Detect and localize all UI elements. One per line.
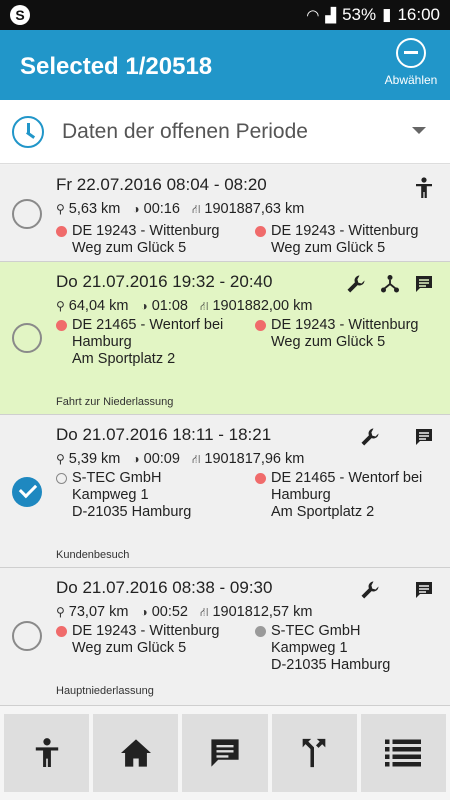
deselect-button[interactable]: Abwählen: [380, 38, 442, 87]
battery-level: 53%: [342, 5, 377, 24]
trip-odometer: 1901882,00 km: [212, 298, 313, 314]
trip-item[interactable]: Do 21.07.2016 08:38 - 09:30 ⚲ 73,07 km ◑ 0…: [0, 568, 450, 706]
duration-icon: ◑: [132, 452, 140, 466]
trip-duration: 00:16: [143, 201, 180, 217]
end-marker-icon: [255, 320, 266, 331]
trip-stats: ⚲ 64,04 km ◑ 01:08 ⛙ 1901882,00 km: [56, 298, 312, 315]
trip-odometer: 1901817,96 km: [204, 451, 305, 467]
trip-stats: ⚲ 5,63 km ◑ 00:16 ⛙ 1901887,63 km: [56, 201, 304, 218]
trip-end-address: DE 21465 - Wentorf bei Hamburg Am Sportp…: [255, 470, 422, 521]
road-icon: ⛙: [200, 605, 209, 619]
road-icon: ⛙: [191, 202, 201, 216]
trip-start-address: DE 21465 - Wentorf bei Hamburg Am Sportp…: [56, 317, 223, 368]
trip-distance: 5,63 km: [68, 201, 121, 217]
trip-item[interactable]: Do 21.07.2016 19:32 - 20:40 ⚲ 64,04 km ◑ 0…: [0, 262, 450, 415]
dropdown-arrow-icon[interactable]: [412, 127, 426, 134]
trip-start-address: DE 19243 - Wittenburg Weg zum Glück 5: [56, 223, 220, 257]
wrench-icon[interactable]: [360, 580, 380, 600]
trip-start-address: DE 19243 - Wittenburg Weg zum Glück 5: [56, 623, 220, 657]
trip-distance: 64,04 km: [68, 298, 129, 314]
person-icon: [416, 177, 432, 198]
skype-icon: S: [10, 5, 30, 25]
trip-stats: ⚲ 5,39 km ◑ 00:09 ⛙ 1901817,96 km: [56, 451, 304, 468]
home-button[interactable]: [93, 714, 179, 792]
trip-end-address: DE 19243 - Wittenburg Weg zum Glück 5: [255, 317, 419, 351]
period-label: Daten der offenen Periode: [62, 119, 308, 143]
bottom-toolbar: [0, 706, 450, 800]
selection-title: Selected 1/20518: [20, 53, 213, 80]
duration-icon: ◑: [140, 299, 148, 313]
route-split-icon: [302, 738, 326, 768]
app-bar: Selected 1/20518 Abwählen: [0, 30, 450, 100]
status-bar: S ◠ ▟ 53% ▮ 16:00: [0, 0, 450, 30]
select-radio[interactable]: [12, 323, 42, 353]
trip-note: Hauptniederlassung: [56, 685, 154, 697]
road-icon: ⛙: [191, 452, 201, 466]
share-icon[interactable]: [380, 274, 400, 294]
comment-icon: [211, 739, 239, 767]
trip-distance: 5,39 km: [68, 451, 121, 467]
trip-item[interactable]: Do 21.07.2016 18:11 - 18:21 ⚲ 5,39 km ◑ 00…: [0, 415, 450, 568]
trip-duration: 00:09: [143, 451, 180, 467]
trip-stats: ⚲ 73,07 km ◑ 00:52 ⛙ 1901812,57 km: [56, 604, 312, 621]
period-dropdown[interactable]: Daten der offenen Periode: [0, 100, 450, 164]
person-button[interactable]: [4, 714, 90, 792]
route-button[interactable]: [271, 714, 357, 792]
select-radio[interactable]: [12, 199, 42, 229]
comment-icon[interactable]: [414, 427, 434, 447]
battery-icon: ▮: [382, 5, 392, 24]
clock-time: 16:00: [397, 5, 440, 24]
signal-icon: ▟: [325, 6, 337, 23]
end-marker-icon: [255, 473, 266, 484]
wrench-icon[interactable]: [360, 427, 380, 447]
clock-icon: [12, 115, 44, 148]
minus-circle-icon: [396, 38, 426, 68]
trip-duration: 01:08: [151, 298, 188, 314]
trip-datetime: Do 21.07.2016 19:32 - 20:40: [56, 272, 273, 291]
trip-duration: 00:52: [151, 604, 188, 620]
start-marker-icon: [56, 226, 67, 237]
comment-button[interactable]: [182, 714, 268, 792]
duration-icon: ◑: [140, 605, 148, 619]
list-icon: [385, 739, 422, 767]
start-marker-icon: [56, 626, 67, 637]
trip-datetime: Fr 22.07.2016 08:04 - 08:20: [56, 175, 267, 194]
trip-start-address: S-TEC GmbH Kampweg 1 D-21035 Hamburg: [56, 470, 191, 521]
deselect-label: Abwählen: [384, 73, 438, 87]
select-radio-checked[interactable]: [12, 477, 42, 507]
wrench-icon[interactable]: [346, 274, 366, 294]
end-marker-icon: [255, 226, 266, 237]
person-icon: [35, 738, 58, 767]
location-pin-icon: ⚲: [56, 452, 65, 466]
duration-icon: ◑: [132, 202, 140, 216]
location-pin-icon: ⚲: [56, 202, 65, 216]
comment-icon[interactable]: [414, 580, 434, 600]
trip-datetime: Do 21.07.2016 18:11 - 18:21: [56, 425, 272, 444]
start-marker-icon: [56, 473, 67, 484]
end-marker-icon: [255, 626, 266, 637]
comment-icon[interactable]: [414, 274, 434, 294]
trip-end-address: DE 19243 - Wittenburg Weg zum Glück 5: [255, 223, 419, 257]
trip-odometer: 1901812,57 km: [212, 604, 313, 620]
trip-odometer: 1901887,63 km: [204, 201, 305, 217]
start-marker-icon: [56, 320, 67, 331]
location-pin-icon: ⚲: [56, 605, 65, 619]
wifi-icon: ◠: [306, 7, 320, 24]
home-icon: [120, 739, 151, 767]
select-radio[interactable]: [12, 621, 42, 651]
location-pin-icon: ⚲: [56, 299, 65, 313]
list-button[interactable]: [360, 714, 447, 792]
trip-end-address: S-TEC GmbH Kampweg 1 D-21035 Hamburg: [255, 623, 390, 674]
road-icon: ⛙: [200, 299, 209, 313]
trip-note: Fahrt zur Niederlassung: [56, 396, 174, 408]
trip-datetime: Do 21.07.2016 08:38 - 09:30: [56, 578, 273, 597]
trip-item[interactable]: Fr 22.07.2016 08:04 - 08:20 ⚲ 5,63 km ◑ 00…: [0, 165, 450, 262]
trip-note: Kundenbesuch: [56, 549, 130, 561]
trip-distance: 73,07 km: [68, 604, 129, 620]
